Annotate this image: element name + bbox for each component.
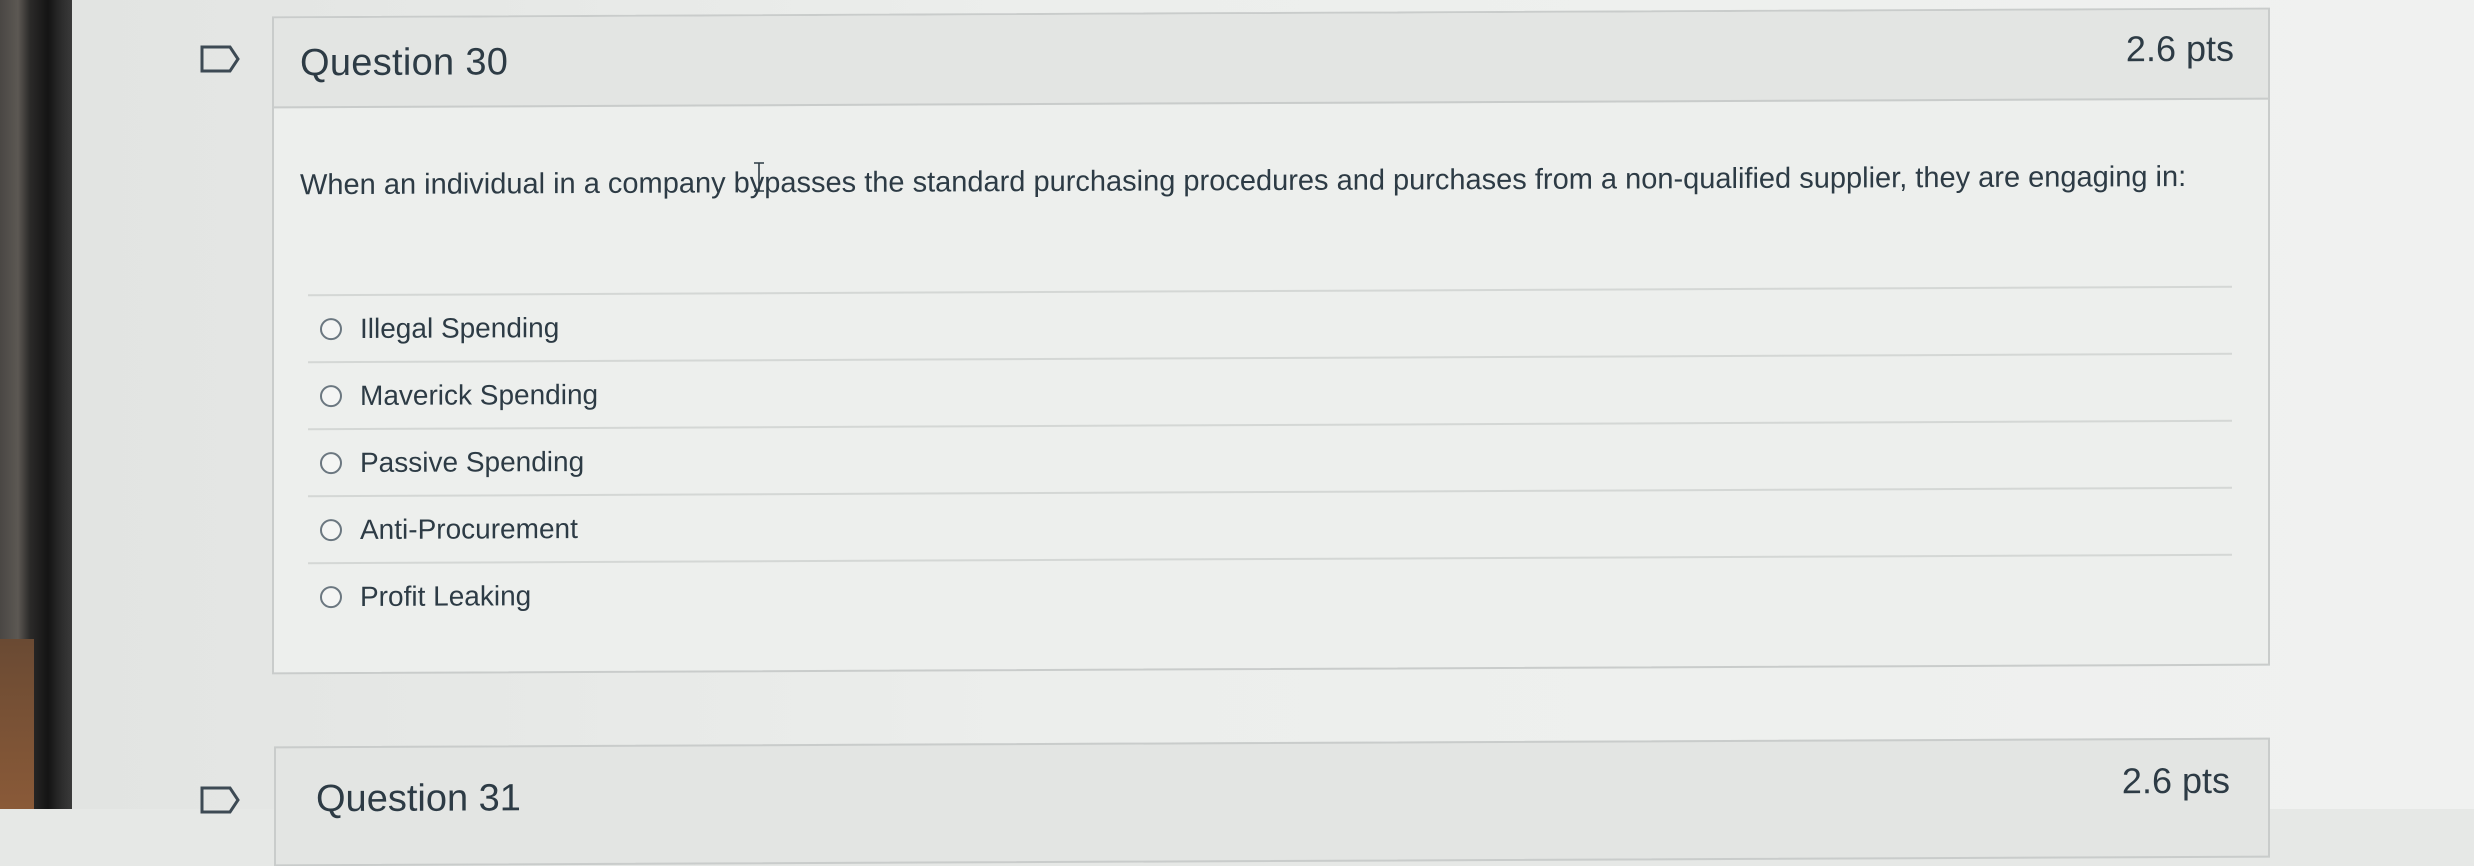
question-card-31: Question 31 2.6 pts bbox=[274, 737, 2270, 866]
answer-option[interactable]: Illegal Spending bbox=[308, 287, 2232, 364]
flag-icon[interactable] bbox=[200, 45, 240, 73]
radio-button[interactable] bbox=[320, 585, 342, 608]
answer-label[interactable]: Maverick Spending bbox=[360, 378, 598, 411]
flag-icon[interactable] bbox=[200, 786, 240, 814]
radio-button[interactable] bbox=[320, 384, 342, 407]
answer-label[interactable]: Profit Leaking bbox=[360, 580, 531, 613]
answer-label[interactable]: Illegal Spending bbox=[360, 312, 559, 345]
radio-button[interactable] bbox=[320, 518, 342, 541]
question-points: 2.6 pts bbox=[2125, 27, 2234, 70]
answer-list: Illegal Spending Maverick Spending Passi… bbox=[308, 285, 2232, 630]
question-header: Question 30 2.6 pts bbox=[274, 9, 2268, 109]
radio-button[interactable] bbox=[320, 451, 342, 474]
answer-label[interactable]: Passive Spending bbox=[360, 445, 584, 478]
answer-option[interactable]: Passive Spending bbox=[308, 421, 2232, 498]
question-points: 2.6 pts bbox=[2121, 759, 2230, 802]
answer-option[interactable]: Anti-Procurement bbox=[308, 488, 2232, 565]
question-card-30: Question 30 2.6 pts When an individual i… bbox=[272, 7, 2270, 675]
answer-label[interactable]: Anti-Procurement bbox=[360, 513, 578, 546]
question-text: When an individual in a company bypasses… bbox=[300, 161, 2187, 202]
question-title: Question 31 bbox=[316, 777, 521, 821]
screen-bezel bbox=[0, 0, 72, 809]
answer-option[interactable]: Maverick Spending bbox=[308, 354, 2232, 431]
answer-option[interactable]: Profit Leaking bbox=[308, 556, 2232, 629]
question-title: Question 30 bbox=[300, 41, 509, 85]
radio-button[interactable] bbox=[320, 317, 342, 340]
background-wood bbox=[0, 639, 34, 809]
